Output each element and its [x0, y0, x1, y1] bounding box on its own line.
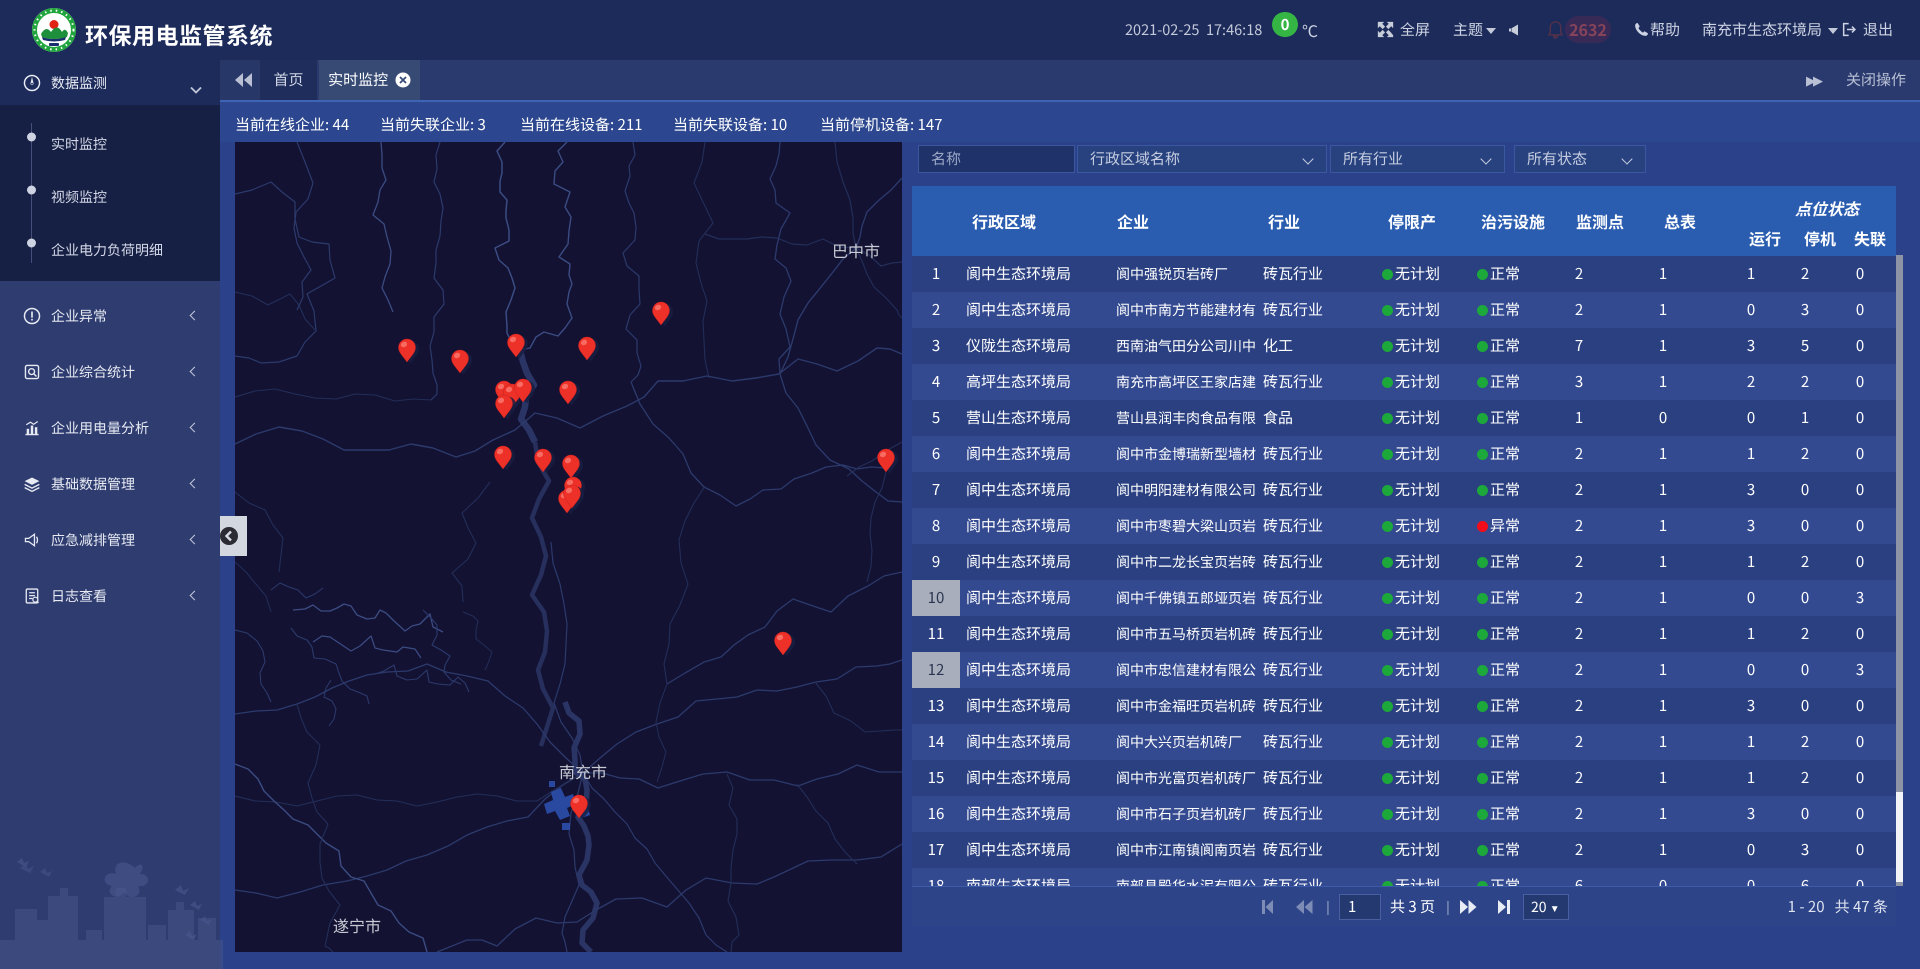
svg-text:巴中市: 巴中市: [832, 238, 880, 262]
svg-text:遂宁市: 遂宁市: [333, 913, 381, 937]
svg-text:南充市: 南充市: [559, 759, 607, 783]
